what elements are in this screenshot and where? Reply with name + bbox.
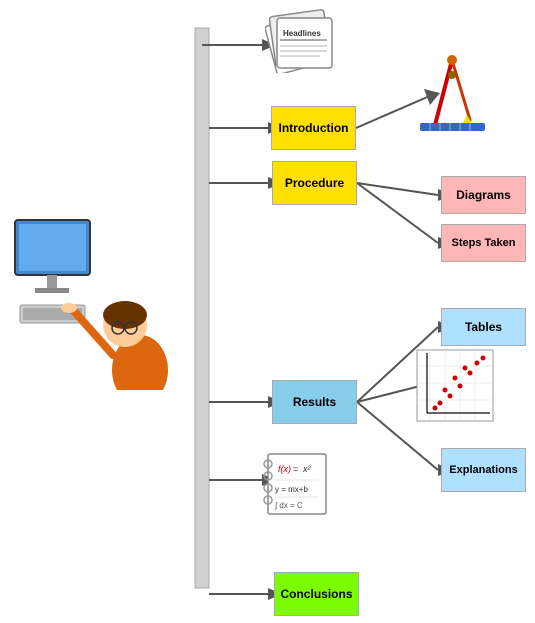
svg-text:∫ dx = C: ∫ dx = C [274,501,303,510]
svg-text:f(x): f(x) [278,464,291,474]
results-label: Results [293,395,336,409]
svg-text:=: = [293,464,298,474]
svg-text:y = mx+b: y = mx+b [275,485,308,494]
tables-label: Tables [465,320,502,334]
diagrams-node: Diagrams [441,176,526,214]
procedure-node: Procedure [272,161,357,205]
svg-text:Headlines: Headlines [283,29,321,38]
steps-taken-node: Steps Taken [441,224,526,262]
tables-node: Tables [441,308,526,346]
introduction-node: Introduction [271,106,356,150]
svg-text:x²: x² [302,464,312,474]
diagrams-label: Diagrams [456,188,511,202]
scatterplot-icon [415,348,495,423]
formula-icon: f(x) = x² y = mx+b ∫ dx = C [263,452,343,517]
explanations-node: Explanations [441,448,526,492]
conclusions-node: Conclusions [274,572,359,616]
procedure-label: Procedure [285,176,344,190]
steps-taken-label: Steps Taken [452,237,516,249]
diagram-container: Headlines Introduction Procedure Diagram… [0,0,535,623]
newspaper-icon: Headlines [265,8,345,73]
explanations-label: Explanations [449,464,517,476]
conclusions-label: Conclusions [280,587,352,601]
person-at-computer [5,180,180,390]
results-node: Results [272,380,357,424]
introduction-label: Introduction [279,121,349,135]
compass-icon [415,55,490,135]
